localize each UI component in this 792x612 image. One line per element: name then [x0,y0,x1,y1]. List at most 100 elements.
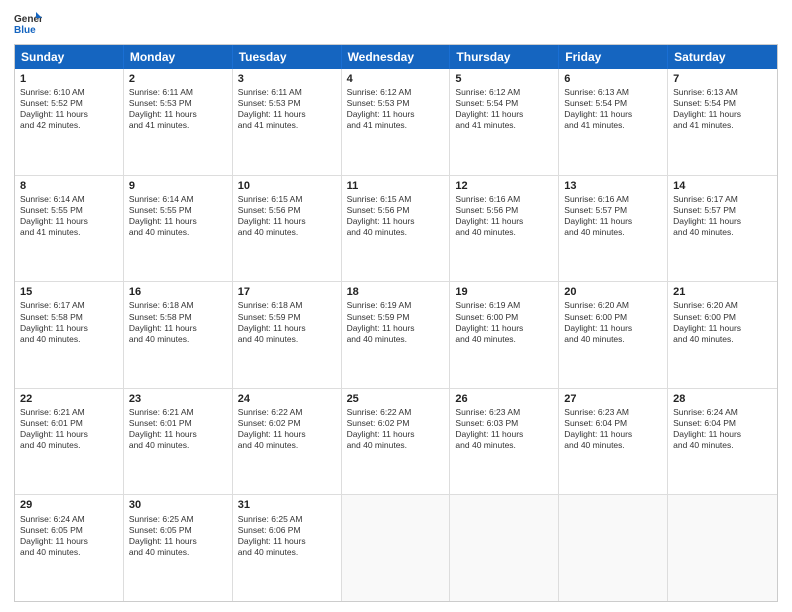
logo-icon: General Blue [14,10,42,38]
day-info: and 41 minutes. [673,120,733,130]
day-info: Daylight: 11 hours [673,429,741,439]
day-number: 25 [347,392,445,406]
calendar-week-row: 1Sunrise: 6:10 AMSunset: 5:52 PM Daylight… [15,69,777,176]
day-info: Sunrise: 6:25 AM [129,514,194,524]
calendar: SundayMondayTuesdayWednesdayThursdayFrid… [14,44,778,602]
day-info: and 41 minutes. [455,120,515,130]
day-info: Sunset: 6:06 PM [238,525,301,535]
svg-text:Blue: Blue [14,25,36,36]
calendar-cell: 25Sunrise: 6:22 AMSunset: 6:02 PMDayligh… [342,389,451,495]
day-info: Sunset: 5:52 PM [20,98,83,108]
calendar-cell: 21Sunrise: 6:20 AMSunset: 6:00 PMDayligh… [668,282,777,388]
day-info: Sunset: 6:02 PM [347,418,410,428]
day-info: Daylight: 11 hours [129,323,197,333]
day-info: Daylight: 11 hours [238,216,306,226]
calendar-week-row: 22Sunrise: 6:21 AMSunset: 6:01 PMDayligh… [15,389,777,496]
day-info: Sunset: 5:58 PM [129,312,192,322]
calendar-cell: 2Sunrise: 6:11 AMSunset: 5:53 PMDaylight… [124,69,233,175]
calendar-cell: 28Sunrise: 6:24 AMSunset: 6:04 PMDayligh… [668,389,777,495]
day-info: Sunrise: 6:13 AM [673,87,738,97]
day-info: Daylight: 11 hours [455,429,523,439]
day-info: Daylight: 11 hours [129,109,197,119]
day-number: 9 [129,179,227,193]
day-number: 11 [347,179,445,193]
day-info: Daylight: 11 hours [673,323,741,333]
day-info: and 40 minutes. [564,227,624,237]
weekday-header: Tuesday [233,45,342,69]
calendar-cell: 11Sunrise: 6:15 AMSunset: 5:56 PMDayligh… [342,176,451,282]
calendar-body: 1Sunrise: 6:10 AMSunset: 5:52 PM Daylight… [15,69,777,601]
day-info: Sunset: 6:00 PM [455,312,518,322]
day-info: Sunset: 6:01 PM [129,418,192,428]
header: General Blue [14,10,778,38]
day-info: and 40 minutes. [455,440,515,450]
day-info: and 40 minutes. [129,547,189,557]
day-info: and 40 minutes. [20,547,80,557]
day-info: Sunset: 6:02 PM [238,418,301,428]
day-info: and 40 minutes. [20,440,80,450]
day-info: Sunset: 6:05 PM [20,525,83,535]
day-info: Daylight: 11 hours [455,216,523,226]
day-info: and 41 minutes. [564,120,624,130]
calendar-cell: 10Sunrise: 6:15 AMSunset: 5:56 PMDayligh… [233,176,342,282]
page: General Blue SundayMondayTuesdayWednesda… [0,0,792,612]
day-number: 16 [129,285,227,299]
calendar-cell: 12Sunrise: 6:16 AMSunset: 5:56 PMDayligh… [450,176,559,282]
day-info: Sunrise: 6:16 AM [564,194,629,204]
day-info: Sunrise: 6:17 AM [673,194,738,204]
day-info: and 40 minutes. [129,227,189,237]
day-info: Sunrise: 6:10 AM [20,87,85,97]
day-info: Sunrise: 6:15 AM [238,194,303,204]
day-number: 28 [673,392,772,406]
calendar-cell: 1Sunrise: 6:10 AMSunset: 5:52 PMDaylight… [15,69,124,175]
day-info: Sunset: 6:01 PM [20,418,83,428]
day-info: Sunset: 5:55 PM [129,205,192,215]
day-number: 18 [347,285,445,299]
day-number: 10 [238,179,336,193]
weekday-header: Monday [124,45,233,69]
calendar-cell: 23Sunrise: 6:21 AMSunset: 6:01 PMDayligh… [124,389,233,495]
day-info: Daylight: 11 hours [238,536,306,546]
day-info: and 40 minutes. [238,334,298,344]
day-info: Sunset: 6:05 PM [129,525,192,535]
calendar-cell: 30Sunrise: 6:25 AMSunset: 6:05 PMDayligh… [124,495,233,601]
calendar-cell: 27Sunrise: 6:23 AMSunset: 6:04 PMDayligh… [559,389,668,495]
day-info: Sunrise: 6:25 AM [238,514,303,524]
day-info: Daylight: 11 hours [20,216,88,226]
day-info: Sunrise: 6:14 AM [20,194,85,204]
day-info: and 40 minutes. [564,334,624,344]
day-info: Sunrise: 6:16 AM [455,194,520,204]
day-info: Sunset: 5:53 PM [129,98,192,108]
day-info: Sunset: 5:55 PM [20,205,83,215]
calendar-cell: 6Sunrise: 6:13 AMSunset: 5:54 PMDaylight… [559,69,668,175]
day-number: 14 [673,179,772,193]
day-number: 19 [455,285,553,299]
calendar-week-row: 29Sunrise: 6:24 AMSunset: 6:05 PMDayligh… [15,495,777,601]
day-info: Sunset: 5:56 PM [238,205,301,215]
day-info: and 41 minutes. [347,120,407,130]
day-number: 30 [129,498,227,512]
day-info: Sunrise: 6:23 AM [564,407,629,417]
calendar-cell: 3Sunrise: 6:11 AMSunset: 5:53 PMDaylight… [233,69,342,175]
day-info: Daylight: 11 hours [673,109,741,119]
weekday-header: Saturday [668,45,777,69]
day-info: and 40 minutes. [238,440,298,450]
day-info: and 42 minutes. [20,120,80,130]
calendar-cell: 16Sunrise: 6:18 AMSunset: 5:58 PMDayligh… [124,282,233,388]
day-info: and 40 minutes. [673,227,733,237]
day-info: Daylight: 11 hours [347,429,415,439]
calendar-cell-empty [559,495,668,601]
day-info: and 40 minutes. [455,227,515,237]
calendar-cell: 29Sunrise: 6:24 AMSunset: 6:05 PMDayligh… [15,495,124,601]
day-number: 13 [564,179,662,193]
day-info: and 41 minutes. [238,120,298,130]
day-info: Sunrise: 6:19 AM [455,300,520,310]
day-info: and 40 minutes. [238,227,298,237]
day-number: 7 [673,72,772,86]
day-info: and 40 minutes. [129,334,189,344]
day-number: 4 [347,72,445,86]
day-number: 1 [20,72,118,86]
day-number: 6 [564,72,662,86]
weekday-header: Wednesday [342,45,451,69]
calendar-cell: 5Sunrise: 6:12 AMSunset: 5:54 PMDaylight… [450,69,559,175]
